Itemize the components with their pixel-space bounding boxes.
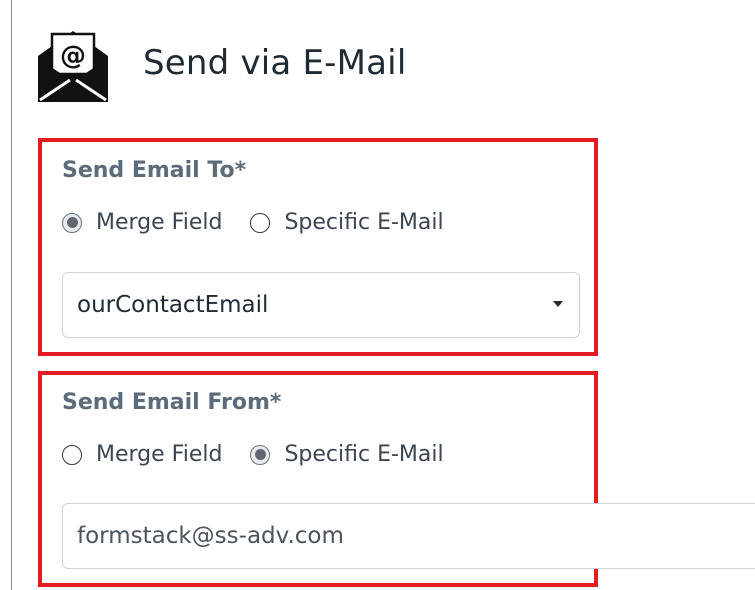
send-to-label: Send Email To*	[62, 158, 247, 183]
radio-unchecked-indicator[interactable]	[62, 444, 82, 465]
caret-down-icon[interactable]	[553, 301, 563, 307]
radio-checked-indicator[interactable]	[62, 212, 82, 233]
email-envelope-icon: @	[38, 31, 108, 102]
page-title: Send via E-Mail	[143, 43, 407, 83]
send-to-radio-group: Merge Field Specific E-Mail	[62, 210, 444, 235]
send-from-merge-field-radio[interactable]: Merge Field	[62, 442, 222, 467]
left-divider	[11, 0, 12, 590]
send-from-specific-email-radio[interactable]: Specific E-Mail	[250, 442, 444, 467]
header: @	[32, 26, 114, 106]
radio-label: Merge Field	[96, 210, 223, 235]
radio-label: Specific E-Mail	[284, 442, 444, 467]
radio-label: Merge Field	[96, 442, 223, 467]
send-to-specific-email-radio[interactable]: Specific E-Mail	[250, 210, 444, 235]
at-sign-glyph: @	[60, 41, 86, 71]
send-from-email-input[interactable]	[62, 503, 755, 569]
send-to-merge-field-select[interactable]: ourContactEmail	[62, 272, 580, 338]
radio-label: Specific E-Mail	[284, 210, 444, 235]
send-from-label: Send Email From*	[62, 390, 282, 415]
select-value: ourContactEmail	[77, 292, 269, 318]
send-to-merge-field-radio[interactable]: Merge Field	[62, 210, 222, 235]
radio-checked-indicator[interactable]	[250, 444, 271, 465]
radio-unchecked-indicator[interactable]	[250, 212, 271, 233]
send-from-radio-group: Merge Field Specific E-Mail	[62, 442, 444, 467]
